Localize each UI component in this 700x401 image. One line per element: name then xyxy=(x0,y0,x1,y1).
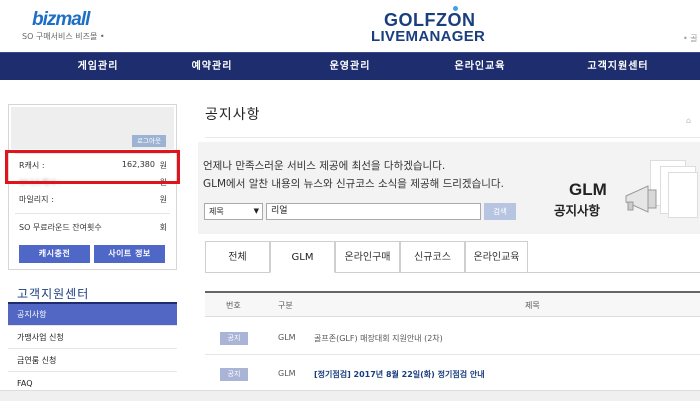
top-header: bizmall SO 구매서비스 비즈몰 • GOLFZON LIVEMANAG… xyxy=(0,0,700,52)
nav-item-customer-center[interactable]: 고객지원센터 xyxy=(562,53,674,81)
title-divider xyxy=(205,137,700,138)
paper-icon xyxy=(668,172,698,218)
banner-notice-subtitle: 공지사항 xyxy=(554,203,601,218)
logout-button[interactable]: 로그아웃 xyxy=(132,135,166,147)
bizmall-logo[interactable]: bizmall xyxy=(32,9,90,31)
nav-item-online-edu[interactable]: 온라인교육 xyxy=(424,53,536,81)
search-input[interactable]: 리얼 xyxy=(266,203,481,220)
mileage-unit: 원 xyxy=(159,195,167,204)
free-round-row: SO 무료라운드 잔여횟수 회 xyxy=(19,222,169,233)
header-category: 구분 xyxy=(278,301,293,310)
table-header: 번호 구분 제목 xyxy=(205,291,700,317)
top-right-link[interactable]: • 골 xyxy=(683,33,698,44)
header-title: 제목 xyxy=(525,301,540,310)
nav-item-reservation[interactable]: 예약관리 xyxy=(156,53,268,81)
livemanager-logo-text[interactable]: LIVEMANAGER xyxy=(371,28,485,45)
mileage-label: 마일리지 : xyxy=(19,195,54,204)
tab-all[interactable]: 전체 xyxy=(205,241,270,273)
banner-glm-title: GLM xyxy=(569,180,607,199)
home-icon[interactable]: ⌂ xyxy=(686,116,694,125)
sidebar-item-franchise[interactable]: 가맹사업 신청 xyxy=(8,327,177,349)
bizmall-subtitle: SO 구매서비스 비즈몰 • xyxy=(22,32,105,41)
header-num: 번호 xyxy=(226,301,241,310)
notice-badge: 공지 xyxy=(220,368,248,381)
user-info-area: 로그아웃 xyxy=(11,107,174,149)
sidebar-item-notice[interactable]: 공지사항 xyxy=(8,304,177,326)
nav-item-game[interactable]: 게임관리 xyxy=(42,53,154,81)
page-title: 공지사항 xyxy=(205,107,261,123)
tab-glm[interactable]: GLM xyxy=(270,241,335,273)
search-type-value: 제목 xyxy=(209,207,224,216)
notice-badge: 공지 xyxy=(220,332,248,345)
sidebar-item-nonsmoking[interactable]: 금연룸 신청 xyxy=(8,350,177,372)
horizontal-scrollbar[interactable] xyxy=(0,390,700,401)
tab-new-course[interactable]: 신규코스 xyxy=(400,241,465,273)
row-title-link[interactable]: 골프존(GLF) 매장대회 지원안내 (2차) xyxy=(314,333,443,344)
free-round-unit: 회 xyxy=(159,223,167,232)
main-nav: 게임관리 예약관리 운영관리 온라인교육 고객지원센터 xyxy=(0,52,700,80)
cash-charge-button[interactable]: 캐시충전 xyxy=(19,245,90,263)
table-row[interactable]: 공지 GLM 골프존(GLF) 매장대회 지원안내 (2차) xyxy=(205,322,700,355)
row-title-link[interactable]: [정기점검] 2017년 8월 22일(화) 정기점검 안내 xyxy=(314,369,485,380)
divider xyxy=(15,213,170,214)
tab-online-edu[interactable]: 온라인교육 xyxy=(465,241,528,273)
row-category: GLM xyxy=(278,333,296,342)
search-button[interactable]: 검색 xyxy=(484,203,516,220)
chevron-down-icon: ▼ xyxy=(253,207,259,215)
row-category: GLM xyxy=(278,369,296,378)
megaphone-icon xyxy=(625,185,657,213)
nav-item-operation[interactable]: 운영관리 xyxy=(294,53,406,81)
mileage-row: 마일리지 : 원 xyxy=(19,194,169,205)
table-row[interactable]: 공지 GLM [정기점검] 2017년 8월 22일(화) 정기점검 안내 xyxy=(205,358,700,391)
free-round-label: SO 무료라운드 잔여횟수 xyxy=(19,223,102,232)
search-type-select[interactable]: 제목 ▼ xyxy=(204,203,263,220)
customer-center-title: 고객지원센터 xyxy=(17,287,90,301)
highlight-box xyxy=(5,150,180,184)
banner-text-2: GLM에서 알찬 내용의 뉴스와 신규코스 소식을 제공해 드리겠습니다. xyxy=(203,178,504,190)
account-info-box: 로그아웃 R캐시 : 162,380 원 보너스캐시 : 원 마일리지 : 원 … xyxy=(8,104,177,270)
tab-online-purchase[interactable]: 온라인구매 xyxy=(335,241,400,273)
banner-text-1: 언제나 만족스러운 서비스 제공에 최선을 다하겠습니다. xyxy=(203,160,446,172)
site-info-button[interactable]: 사이트 정보 xyxy=(94,245,165,263)
